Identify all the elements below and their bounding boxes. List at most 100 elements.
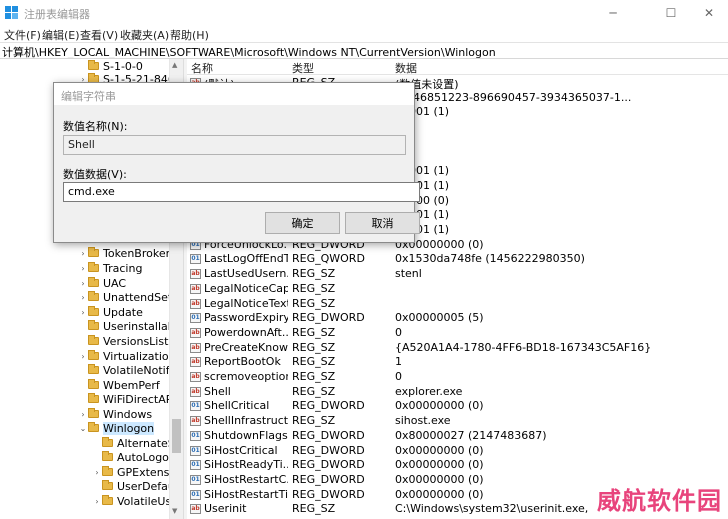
folder-icon (88, 60, 99, 70)
expand-chevron-icon[interactable]: › (92, 468, 102, 477)
value-data: 00001 (1) (395, 223, 450, 236)
string-value-icon: ab (190, 298, 201, 309)
binary-value-icon: 01 (190, 313, 201, 324)
table-row[interactable]: 01 SiHostReadyTi... REG_DWORD 0x00000000 (0… (187, 458, 728, 473)
expand-chevron-icon[interactable]: › (78, 352, 88, 361)
value-name: SiHostReadyTi... (204, 458, 288, 472)
value-type: REG_SZ (292, 384, 336, 398)
tree-node[interactable]: › Virtualization (78, 349, 175, 363)
value-name: LegalNoticeCap... (204, 281, 288, 295)
folder-icon (88, 247, 99, 257)
tree-node[interactable]: WbemPerf (78, 378, 160, 392)
value-name: LastLogOffEndT... (204, 252, 288, 266)
tree-node[interactable]: › TokenBroker (78, 246, 170, 260)
tree-node[interactable]: VersionsList (78, 334, 168, 348)
tree-node[interactable]: Userinstallab (78, 319, 175, 333)
tree-node[interactable]: VolatileNotifi (78, 363, 173, 377)
tree-node[interactable]: › UnattendSet (78, 290, 172, 304)
table-row[interactable]: ab scremoveoption REG_SZ 0 (187, 370, 728, 385)
expand-chevron-icon[interactable]: › (92, 497, 102, 506)
tree-node[interactable]: ⌄ Winlogon (78, 421, 155, 435)
scroll-up-icon[interactable]: ▲ (172, 61, 177, 69)
table-row[interactable]: 01PasswordExpiry... REG_DWORD 0x00000005 (… (187, 311, 728, 326)
string-value-icon: ab (190, 416, 201, 427)
string-value-icon: ab (190, 269, 201, 280)
value-data-input[interactable]: cmd.exe (63, 182, 420, 202)
tree-node[interactable]: › Update (78, 305, 142, 319)
table-row[interactable]: 01 ShellCritical REG_DWORD 0x00000000 (0) (187, 399, 728, 414)
value-name: SiHostRestartTi... (204, 487, 288, 501)
expand-chevron-icon[interactable]: › (78, 410, 88, 419)
tree-node-label: VolatileNotifi (103, 363, 173, 377)
cancel-button[interactable]: 取消 (345, 212, 420, 234)
tree-scroll-thumb[interactable] (172, 419, 181, 453)
string-value-icon: ab (190, 504, 201, 515)
table-row[interactable]: ab PowerdownAft... REG_SZ 0 (187, 326, 728, 341)
tree-node[interactable]: › Tracing (78, 261, 142, 275)
value-data: 00001 (1) (395, 208, 450, 222)
string-value-icon: ab (190, 342, 201, 353)
folder-icon (88, 350, 99, 360)
value-name: Userinit (204, 502, 247, 516)
table-row[interactable]: abShellInfrastruct... REG_SZ sihost.exe (187, 414, 728, 429)
tree-node-label: S-1-0-0 (103, 59, 143, 73)
table-row[interactable]: abLegalNoticeCap... REG_SZ (187, 282, 728, 297)
address-bar[interactable]: 计算机\HKEY_LOCAL_MACHINE\SOFTWARE\Microsof… (0, 42, 728, 59)
tree-node[interactable]: › VolatileUs (92, 494, 171, 508)
binary-value-icon: 01 (190, 445, 201, 456)
menu-favorites[interactable]: 收藏夹(A) (120, 27, 169, 43)
minimize-button[interactable]: ─ (590, 0, 636, 26)
value-name: ShutdownFlags (204, 428, 288, 442)
table-row[interactable]: ab LastUsedUsern... REG_SZ stenl (187, 267, 728, 282)
value-data: explorer.exe (395, 384, 463, 398)
value-name: LastUsedUsern... (204, 267, 288, 281)
regedit-app-icon (5, 6, 18, 19)
expand-chevron-icon[interactable]: ⌄ (78, 424, 88, 433)
value-type: REG_SZ (292, 370, 336, 383)
column-header-type[interactable]: 类型 (292, 60, 314, 76)
close-button[interactable]: ✕ (686, 0, 728, 26)
ok-button[interactable]: 确定 (265, 212, 340, 234)
table-row[interactable]: ab LegalNoticeText REG_SZ (187, 297, 728, 312)
tree-node[interactable]: › Windows (78, 407, 152, 421)
binary-value-icon: 01 (190, 460, 201, 471)
value-type: REG_SZ (292, 340, 336, 354)
table-row[interactable]: ab ReportBootOk REG_SZ 1 (187, 355, 728, 370)
tree-node[interactable]: AlternateS (92, 436, 175, 450)
tree-node[interactable]: WiFiDirectAP (78, 392, 172, 406)
folder-icon (102, 437, 113, 447)
expand-chevron-icon[interactable]: › (78, 308, 88, 317)
value-name: PowerdownAft... (204, 325, 288, 339)
value-data-label: 数值数据(V): (63, 168, 127, 181)
value-name: SiHostRestartC... (204, 472, 288, 486)
column-header-data[interactable]: 数据 (395, 60, 417, 76)
tree-node[interactable]: › UAC (78, 276, 126, 290)
expand-chevron-icon[interactable]: › (78, 293, 88, 302)
expand-chevron-icon[interactable]: › (78, 264, 88, 273)
tree-node[interactable]: AutoLogor (92, 450, 173, 464)
tree-node[interactable]: › GPExtensio (92, 465, 179, 479)
value-type: REG_SZ (292, 325, 336, 339)
table-row[interactable]: abPreCreateKnow... REG_SZ {A520A1A4-1780-4… (187, 341, 728, 356)
value-name: ShellInfrastruct... (204, 414, 288, 428)
table-row[interactable]: 01 SiHostCritical REG_DWORD 0x00000000 (0) (187, 444, 728, 459)
menu-view[interactable]: 查看(V) (80, 27, 118, 43)
value-data: 0x80000027 (2147483687) (395, 428, 547, 442)
expand-chevron-icon[interactable]: › (78, 249, 88, 258)
menu-help[interactable]: 帮助(H) (170, 27, 209, 43)
column-header-name[interactable]: 名称 (191, 60, 213, 76)
menu-edit[interactable]: 编辑(E) (42, 27, 80, 43)
table-row[interactable]: ab Shell REG_SZ explorer.exe (187, 385, 728, 400)
value-name: scremoveoption (204, 370, 288, 383)
expand-chevron-icon[interactable]: › (78, 279, 88, 288)
folder-icon (88, 291, 99, 301)
scroll-down-icon[interactable]: ▼ (172, 507, 177, 515)
string-value-icon: ab (190, 386, 201, 397)
tree-node[interactable]: S-1-0-0 (78, 59, 143, 73)
value-type: REG_SZ (292, 281, 336, 295)
table-row[interactable]: 01LastLogOffEndT... REG_QWORD 0x1530da748f… (187, 252, 728, 267)
table-row[interactable]: 01 ShutdownFlags REG_DWORD 0x80000027 (2147… (187, 429, 728, 444)
folder-icon (88, 306, 99, 316)
menu-file[interactable]: 文件(F) (4, 27, 41, 43)
tree-node[interactable]: UserDefau (92, 479, 175, 493)
